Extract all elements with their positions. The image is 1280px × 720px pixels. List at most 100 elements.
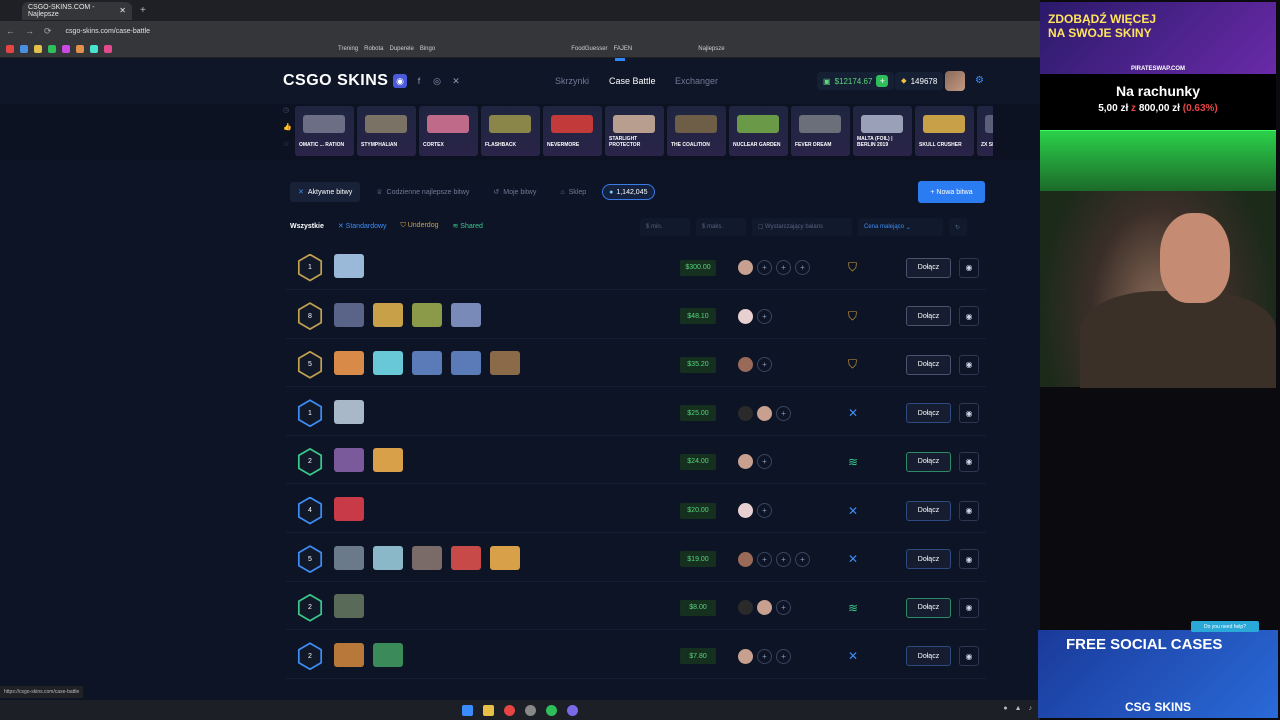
player-avatar[interactable] bbox=[738, 648, 753, 664]
eye-icon[interactable]: ◉ bbox=[959, 597, 979, 618]
bookmark-icon[interactable] bbox=[34, 45, 42, 53]
bookmark-folder[interactable]: Bingo bbox=[420, 46, 435, 52]
tab-daily-best[interactable]: ♕ Codzienne najlepsze bitwy bbox=[368, 182, 477, 202]
drop-card[interactable]: STYMPHALIAN bbox=[357, 106, 416, 156]
case-image[interactable] bbox=[334, 351, 364, 376]
bookmark-icon[interactable] bbox=[76, 45, 84, 53]
filter-standard[interactable]: ✕ Standardowy bbox=[338, 222, 387, 230]
bookmark-item[interactable]: Najlepsze bbox=[698, 46, 724, 52]
drop-card[interactable]: ZX SP bbox=[977, 106, 993, 156]
eye-icon[interactable]: ◉ bbox=[959, 451, 979, 472]
steam-icon[interactable] bbox=[525, 704, 536, 716]
player-avatar[interactable] bbox=[757, 405, 772, 421]
case-image[interactable] bbox=[490, 545, 520, 570]
balance-display[interactable]: ▣ $12174.67 + bbox=[817, 72, 895, 90]
x-icon[interactable]: ✕ bbox=[449, 74, 463, 88]
drop-card[interactable]: MALTA (FOIL) | BERLIN 2019 bbox=[853, 106, 912, 156]
drop-card[interactable]: FLASHBACK bbox=[481, 106, 540, 156]
player-avatar[interactable] bbox=[738, 503, 753, 518]
tab-my-battles[interactable]: ↺ Moje bitwy bbox=[485, 182, 544, 202]
bookmark-icon[interactable] bbox=[104, 45, 112, 53]
eye-icon[interactable]: ◉ bbox=[959, 403, 979, 424]
sufficient-balance-toggle[interactable]: ☐ Wystarczający balans bbox=[752, 218, 852, 236]
drop-card[interactable]: THE COALITION bbox=[667, 106, 726, 156]
min-price-input[interactable]: $ min. bbox=[640, 218, 690, 236]
sort-select[interactable]: Cena malejąco ⌄ bbox=[858, 218, 943, 236]
eye-icon[interactable]: ◉ bbox=[959, 257, 979, 278]
join-button[interactable]: Dołącz bbox=[906, 549, 951, 570]
drop-card[interactable]: NUCLEAR GARDEN bbox=[729, 106, 788, 156]
eye-icon[interactable]: ◉ bbox=[959, 354, 979, 375]
coins-display[interactable]: ⬥ 149678 bbox=[895, 72, 944, 90]
avatar[interactable] bbox=[945, 71, 965, 91]
case-image[interactable] bbox=[451, 302, 481, 327]
case-image[interactable] bbox=[373, 545, 403, 570]
tab-active-battles[interactable]: ✕ Aktywne bitwy bbox=[290, 182, 361, 202]
filter-shared[interactable]: ≋ Shared bbox=[452, 222, 482, 230]
bookmark-folder[interactable]: Duperele bbox=[389, 46, 413, 52]
case-image[interactable] bbox=[373, 302, 403, 327]
case-image[interactable] bbox=[451, 351, 481, 376]
gear-icon[interactable]: ⚙ bbox=[975, 75, 984, 86]
browser-tab[interactable]: CSGO-SKINS.COM - Najlepsze ✕ bbox=[22, 1, 132, 20]
bookmark-icon[interactable] bbox=[20, 45, 28, 53]
join-button[interactable]: Dołącz bbox=[906, 403, 951, 424]
player-avatar[interactable] bbox=[738, 260, 753, 275]
case-image[interactable] bbox=[334, 302, 364, 327]
refresh-icon[interactable]: ↻ bbox=[949, 218, 967, 236]
empty-slot-icon[interactable]: + bbox=[776, 600, 791, 616]
case-image[interactable] bbox=[412, 545, 442, 570]
site-logo[interactable]: CSGO SKINS bbox=[283, 72, 388, 90]
empty-slot-icon[interactable]: + bbox=[757, 551, 772, 567]
empty-slot-icon[interactable]: + bbox=[757, 260, 772, 275]
case-image[interactable] bbox=[334, 497, 364, 521]
discord-icon[interactable]: ◉ bbox=[393, 74, 407, 88]
nav-case-battle[interactable]: Case Battle bbox=[609, 76, 656, 86]
back-icon[interactable]: ← bbox=[6, 26, 15, 36]
thumb-icon[interactable]: 👍 bbox=[283, 123, 295, 131]
windows-icon[interactable] bbox=[462, 704, 473, 716]
eye-icon[interactable]: ◉ bbox=[959, 549, 979, 570]
case-image[interactable] bbox=[334, 254, 364, 278]
case-image[interactable] bbox=[412, 302, 442, 327]
nav-exchanger[interactable]: Exchanger bbox=[675, 76, 718, 86]
case-image[interactable] bbox=[490, 351, 520, 376]
bookmark-icon[interactable] bbox=[48, 45, 56, 53]
filter-underdog[interactable]: ⛉ Underdog bbox=[401, 222, 439, 230]
discord-icon[interactable] bbox=[567, 704, 578, 716]
empty-slot-icon[interactable]: + bbox=[757, 503, 772, 518]
forward-icon[interactable]: → bbox=[25, 26, 34, 36]
deposit-icon[interactable]: + bbox=[876, 75, 889, 87]
player-avatar[interactable] bbox=[738, 308, 753, 324]
join-button[interactable]: Dołącz bbox=[906, 451, 951, 472]
eye-icon[interactable]: ◉ bbox=[959, 646, 979, 667]
bookmark-folder[interactable]: Trening bbox=[338, 46, 358, 52]
drop-card[interactable]: OMATIC ... RATION bbox=[295, 106, 354, 156]
close-icon[interactable]: ✕ bbox=[119, 6, 126, 15]
empty-slot-icon[interactable]: + bbox=[795, 551, 810, 567]
case-image[interactable] bbox=[412, 351, 442, 376]
case-image[interactable] bbox=[334, 545, 364, 570]
bookmark-folder[interactable]: Robota bbox=[364, 46, 383, 52]
empty-slot-icon[interactable]: + bbox=[776, 405, 791, 421]
bookmark-folder[interactable]: FAJEN bbox=[614, 46, 633, 52]
drop-card[interactable]: FEVER DREAM bbox=[791, 106, 850, 156]
case-image[interactable] bbox=[334, 642, 364, 667]
empty-slot-icon[interactable]: + bbox=[757, 308, 772, 324]
player-avatar[interactable] bbox=[738, 454, 753, 470]
case-image[interactable] bbox=[373, 351, 403, 376]
join-button[interactable]: Dołącz bbox=[906, 354, 951, 375]
new-tab-icon[interactable]: + bbox=[140, 5, 146, 16]
tray-icon[interactable]: ♪ bbox=[1029, 705, 1033, 712]
case-image[interactable] bbox=[334, 448, 364, 473]
join-button[interactable]: Dołącz bbox=[906, 646, 951, 667]
drop-card[interactable]: STARLIGHT PROTECTOR bbox=[605, 106, 664, 156]
empty-slot-icon[interactable]: + bbox=[757, 357, 772, 373]
drop-card[interactable]: CORTEX bbox=[419, 106, 478, 156]
join-button[interactable]: Dołącz bbox=[906, 597, 951, 618]
spotify-icon[interactable] bbox=[546, 704, 557, 716]
player-avatar[interactable] bbox=[738, 357, 753, 373]
player-avatar[interactable] bbox=[738, 600, 753, 616]
empty-slot-icon[interactable]: + bbox=[776, 260, 791, 275]
help-chat-bubble[interactable]: Do you need help? bbox=[1191, 621, 1259, 632]
